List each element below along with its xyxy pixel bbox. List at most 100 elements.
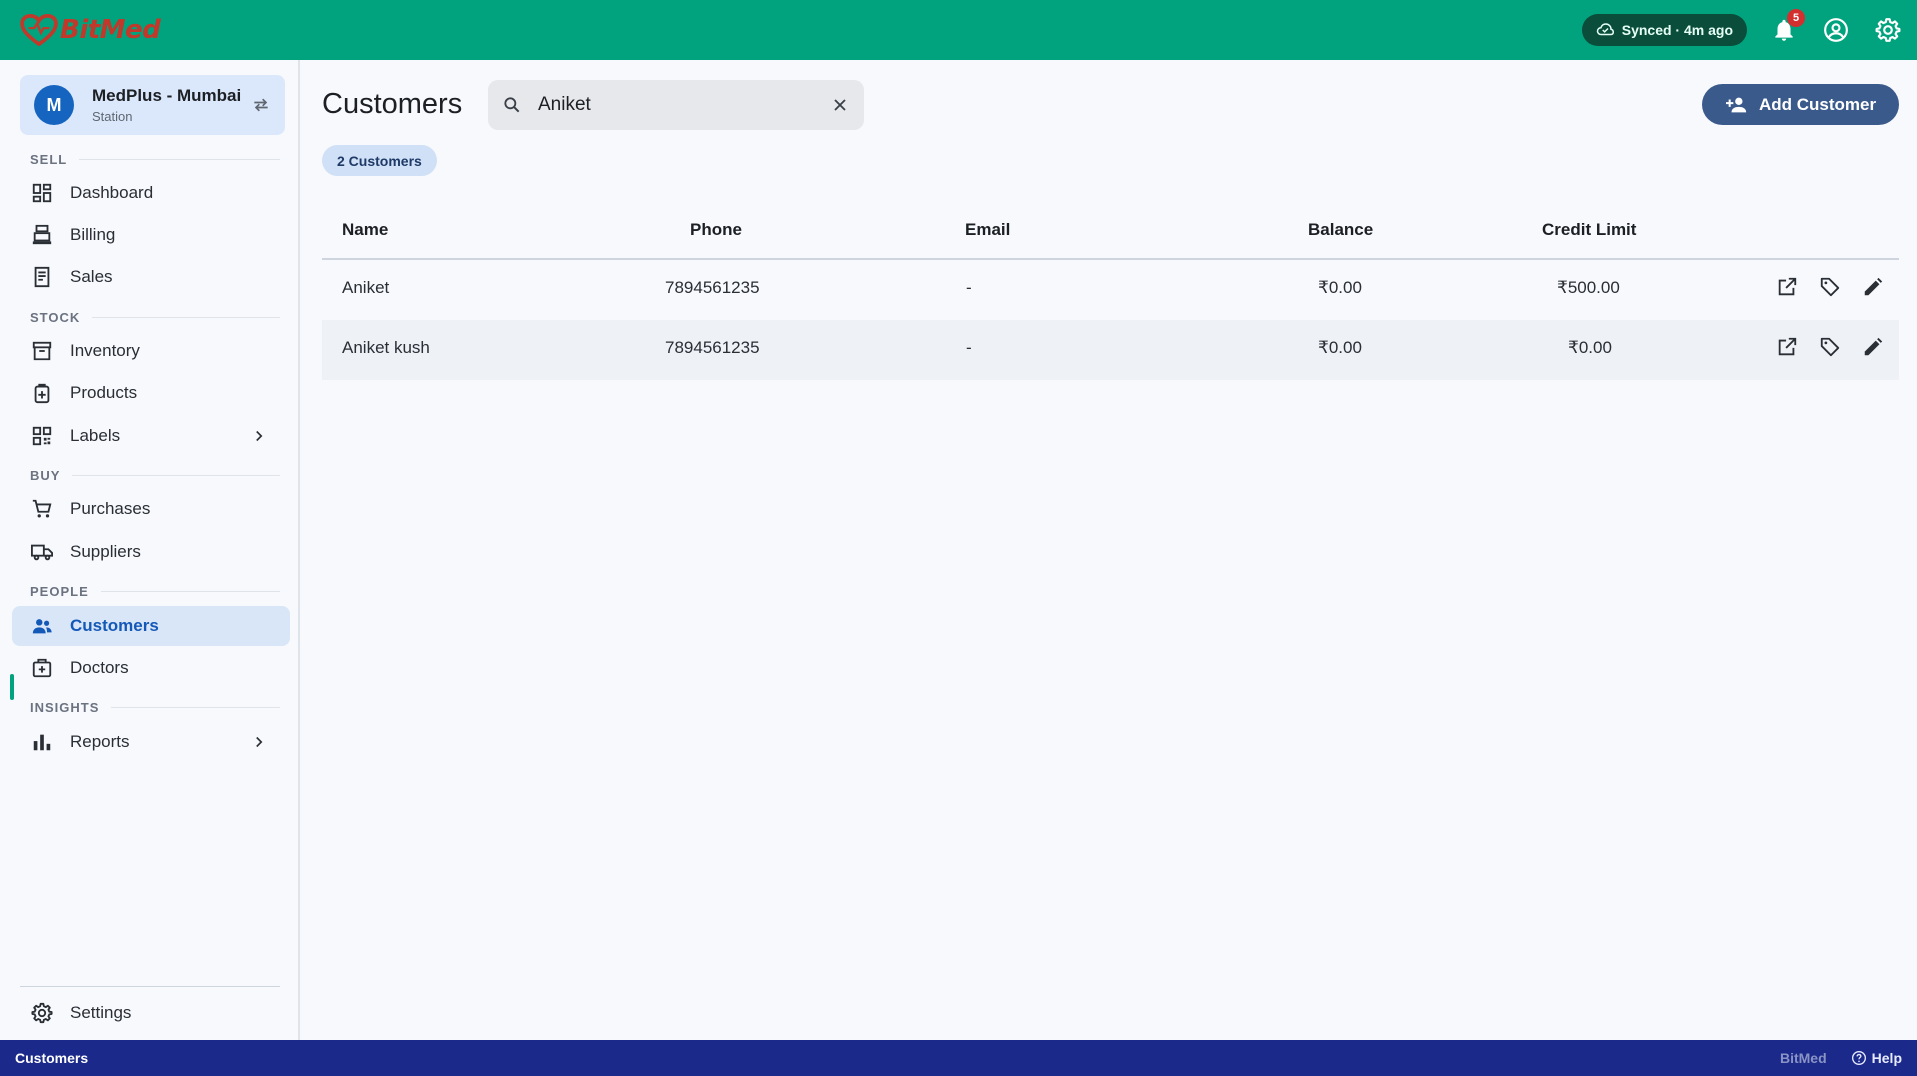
sidebar-item-label: Doctors xyxy=(70,658,129,677)
edit-customer-button[interactable] xyxy=(1860,334,1885,359)
brand-name: BitMed xyxy=(60,15,161,45)
tag-customer-button[interactable] xyxy=(1817,334,1842,359)
sidebar-item-products[interactable]: Products xyxy=(12,373,290,413)
sidebar-item-customers[interactable]: Customers xyxy=(12,606,290,646)
sidebar-item-labels[interactable]: Labels xyxy=(12,416,290,456)
table-row[interactable]: Aniket kush 7894561235 - ₹0.00 ₹0.00 xyxy=(322,320,1899,380)
medical-bag-icon xyxy=(31,657,53,679)
customers-table: Name Phone Email Balance Credit Limit An… xyxy=(322,200,1899,380)
cell-email: - xyxy=(966,338,972,357)
truck-icon xyxy=(31,541,53,563)
sync-status-pill[interactable]: Synced · 4m ago xyxy=(1581,14,1747,46)
section-sell: SELL xyxy=(30,152,280,167)
status-bar-brand: BitMed xyxy=(1779,1050,1827,1066)
cell-credit-limit: ₹500.00 xyxy=(1557,278,1620,297)
cart-icon xyxy=(31,498,53,520)
tag-customer-button[interactable] xyxy=(1817,274,1842,299)
billing-icon xyxy=(31,224,53,246)
search-box[interactable] xyxy=(488,80,864,130)
sidebar-item-label: Dashboard xyxy=(70,183,154,202)
open-in-new-icon xyxy=(1778,277,1796,295)
person-add-icon xyxy=(1725,97,1747,112)
column-header-email[interactable]: Email xyxy=(965,220,1010,240)
section-insights: INSIGHTS xyxy=(30,700,280,715)
tag-icon xyxy=(1820,277,1839,296)
station-name: MedPlus - Mumbai xyxy=(92,86,242,105)
chevron-right-icon xyxy=(256,430,263,442)
table-row[interactable]: Aniket 7894561235 - ₹0.00 ₹500.00 xyxy=(322,260,1899,320)
chevron-right-icon xyxy=(256,736,263,748)
sidebar-item-dashboard[interactable]: Dashboard xyxy=(12,173,290,213)
sidebar-divider xyxy=(20,986,280,987)
station-switcher[interactable]: M MedPlus - Mumbai Station xyxy=(20,75,285,135)
products-icon xyxy=(31,382,53,404)
sync-status-text: Synced · 4m ago xyxy=(1621,22,1733,38)
app-logo[interactable]: BitMed xyxy=(20,14,161,46)
status-bar: Customers BitMed Help xyxy=(0,1040,1917,1076)
sidebar-item-label: Suppliers xyxy=(70,542,141,561)
sidebar: M MedPlus - Mumbai Station SELL Dashboar… xyxy=(0,60,300,1040)
sidebar-item-suppliers[interactable]: Suppliers xyxy=(12,532,290,572)
help-circle-icon xyxy=(1851,1051,1866,1065)
section-label: BUY xyxy=(30,468,61,483)
sidebar-item-settings[interactable]: Settings xyxy=(12,993,290,1033)
search-input[interactable] xyxy=(538,94,808,116)
settings-button[interactable] xyxy=(1873,15,1903,45)
sidebar-item-reports[interactable]: Reports xyxy=(12,722,290,762)
close-icon[interactable] xyxy=(830,95,850,115)
open-in-new-icon xyxy=(1778,337,1796,355)
heart-logo-icon xyxy=(20,14,58,46)
top-bar: BitMed Synced · 4m ago 5 xyxy=(0,0,1917,60)
open-customer-button[interactable] xyxy=(1774,334,1799,359)
sidebar-item-label: Inventory xyxy=(70,341,140,360)
column-header-name[interactable]: Name xyxy=(342,220,388,240)
edit-customer-button[interactable] xyxy=(1860,274,1885,299)
sidebar-item-billing[interactable]: Billing xyxy=(12,215,290,255)
bar-chart-icon xyxy=(31,731,53,753)
cloud-check-icon xyxy=(1596,23,1614,36)
help-label: Help xyxy=(1871,1050,1902,1066)
sidebar-item-sales[interactable]: Sales xyxy=(12,257,290,297)
add-customer-label: Add Customer xyxy=(1758,94,1877,114)
sidebar-item-label: Products xyxy=(70,383,138,402)
open-customer-button[interactable] xyxy=(1774,274,1799,299)
pencil-icon xyxy=(1864,337,1882,355)
qr-code-icon xyxy=(31,425,53,447)
notifications-button[interactable]: 5 xyxy=(1769,9,1805,45)
notification-count-badge: 5 xyxy=(1787,9,1805,27)
section-label: PEOPLE xyxy=(30,584,89,599)
search-icon xyxy=(504,97,520,113)
sidebar-item-purchases[interactable]: Purchases xyxy=(12,489,290,529)
gear-icon xyxy=(1875,18,1901,42)
sidebar-item-doctors[interactable]: Doctors xyxy=(12,648,290,688)
section-label: STOCK xyxy=(30,310,81,325)
sidebar-item-label: Sales xyxy=(70,267,113,286)
section-label: INSIGHTS xyxy=(30,700,100,715)
section-buy: BUY xyxy=(30,468,280,483)
account-circle-icon xyxy=(1824,18,1848,42)
pencil-icon xyxy=(1864,277,1882,295)
cell-credit-limit: ₹0.00 xyxy=(1568,338,1612,357)
dashboard-icon xyxy=(31,182,53,204)
help-button[interactable]: Help xyxy=(1851,1050,1902,1066)
account-button[interactable] xyxy=(1821,15,1851,45)
gear-icon xyxy=(31,1002,53,1024)
sidebar-item-inventory[interactable]: Inventory xyxy=(12,331,290,371)
tag-icon xyxy=(1820,337,1839,356)
cell-email: - xyxy=(966,278,972,297)
cell-phone: 7894561235 xyxy=(665,278,760,297)
sidebar-item-label: Customers xyxy=(70,616,159,635)
cell-balance: ₹0.00 xyxy=(1318,278,1362,297)
column-header-balance[interactable]: Balance xyxy=(1308,220,1373,240)
station-avatar: M xyxy=(34,85,74,125)
table-header: Name Phone Email Balance Credit Limit xyxy=(322,200,1899,260)
column-header-credit-limit[interactable]: Credit Limit xyxy=(1542,220,1636,240)
cell-balance: ₹0.00 xyxy=(1318,338,1362,357)
sidebar-item-label: Billing xyxy=(70,225,116,244)
sales-icon xyxy=(31,266,53,288)
column-header-phone[interactable]: Phone xyxy=(690,220,742,240)
add-customer-button[interactable]: Add Customer xyxy=(1702,84,1899,125)
cell-name: Aniket xyxy=(342,278,390,297)
sidebar-item-label: Labels xyxy=(70,426,121,445)
people-icon xyxy=(31,615,53,637)
